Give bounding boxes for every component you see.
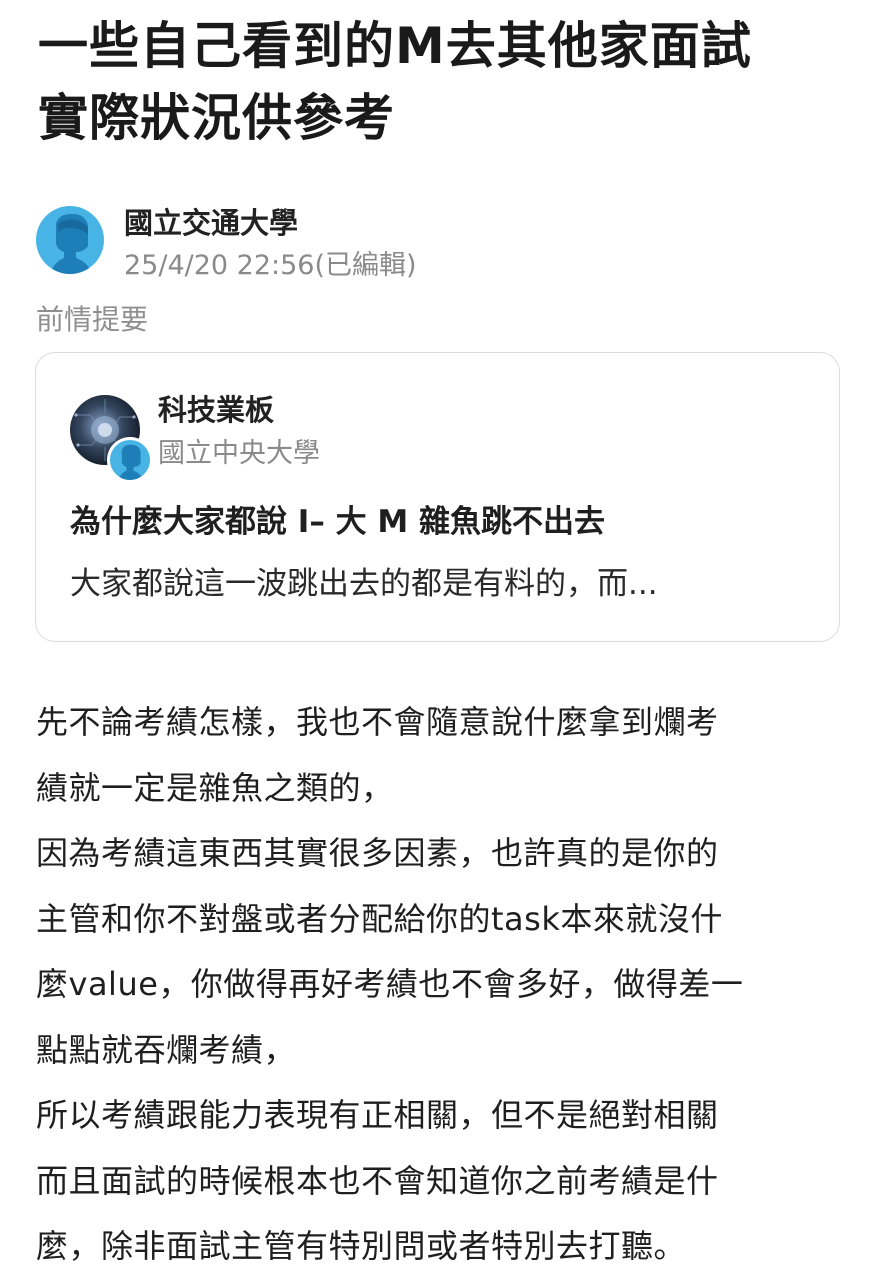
author-row[interactable]: 國立交通大學 25/4/20 22:56(已編輯) (36, 205, 736, 285)
post-body: 先不論考績怎樣，我也不會隨意說什麼拿到爛考 績就一定是雜魚之類的， 因為考績這東… (36, 690, 836, 1280)
post-title-line-2: 實際狀況供參考 (38, 89, 395, 147)
post-timestamp: 25/4/20 22:56(已編輯) (124, 250, 417, 281)
post-page: 一些自己看到的M去其他家面試 實際狀況供參考 國立交通大學 25/4/20 22… (0, 0, 877, 1280)
body-line: 麼，除非面試主管有特別問或者特別去打聽。 (36, 1227, 687, 1265)
section-label: 前情提要 (36, 303, 149, 336)
body-line: 所以考績跟能力表現有正相關，但不是絕對相關 (36, 1096, 719, 1134)
body-line: 點點就吞爛考績， (36, 1030, 297, 1069)
board-name[interactable]: 科技業板 (158, 391, 274, 429)
body-line: 因為考績這東西其實很多因素，也許真的是你的 (36, 834, 719, 872)
quoted-post-card[interactable]: 科技業板 國立中央大學 為什麼大家都說 I– 大 M 雜魚跳不出去 大家都說這一… (35, 352, 840, 642)
post-title-line-1: 一些自己看到的M去其他家面試 (38, 17, 752, 75)
body-line: 績就一定是雜魚之類的， (36, 768, 394, 807)
school-avatar-icon (107, 437, 153, 483)
quoted-post-excerpt: 大家都說這一波跳出去的都是有料的，而... (70, 566, 658, 602)
body-line: 麼value，你做得再好考績也不會多好，做得差一 (36, 965, 744, 1003)
quoted-post-title[interactable]: 為什麼大家都說 I– 大 M 雜魚跳不出去 (70, 501, 810, 543)
body-line: 主管和你不對盤或者分配給你的task本來就沒什 (36, 899, 723, 938)
post-title: 一些自己看到的M去其他家面試 實際狀況供參考 (38, 10, 848, 154)
author-name[interactable]: 國立交通大學 (124, 205, 298, 241)
quoted-author-school: 國立中央大學 (158, 438, 320, 469)
author-avatar-icon[interactable] (36, 206, 104, 274)
body-line: 先不論考績怎樣，我也不會隨意說什麼拿到爛考 (36, 703, 719, 741)
body-line: 而且面試的時候根本也不會知道你之前考績是什 (36, 1161, 719, 1200)
